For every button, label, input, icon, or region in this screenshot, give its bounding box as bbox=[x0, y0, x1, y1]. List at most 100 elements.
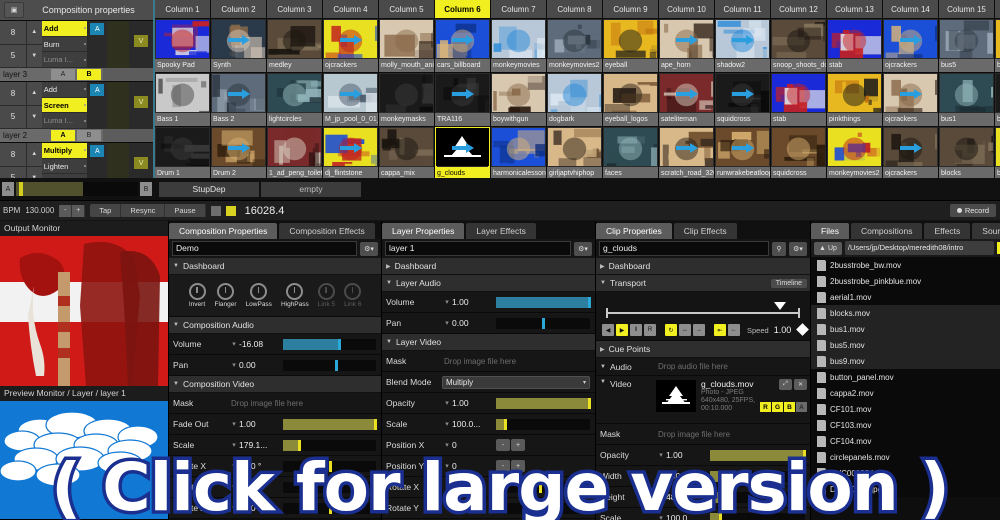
property-menu-icon[interactable]: ▾ bbox=[442, 399, 452, 407]
layer-num-bottom[interactable]: 5 bbox=[0, 45, 26, 68]
grid-cell[interactable]: Drum 1 bbox=[155, 127, 210, 178]
property-slider[interactable] bbox=[496, 418, 590, 430]
stepper-plus-button[interactable]: + bbox=[511, 460, 525, 472]
layer-row[interactable]: layer 2 A B bbox=[0, 129, 153, 142]
arrow-up-icon[interactable]: ▲ bbox=[26, 21, 42, 45]
layer-a-button[interactable]: A bbox=[90, 84, 105, 96]
clip-menu-button[interactable]: ⚙▾ bbox=[789, 241, 807, 256]
transport-button[interactable]: ▶ bbox=[616, 324, 628, 336]
grid-cell[interactable]: ojcrackers bbox=[883, 19, 938, 72]
grid-cell[interactable]: faces bbox=[603, 127, 658, 178]
grid-cell[interactable]: blocks bbox=[939, 127, 994, 178]
layer-v-button[interactable]: V bbox=[134, 35, 149, 47]
grid-cell[interactable]: M_jp_pool_0_01_V... bbox=[323, 73, 378, 126]
clip-cue-points-section[interactable]: ▶ Cue Points bbox=[596, 341, 810, 358]
files-tab[interactable]: Compositions bbox=[850, 223, 923, 239]
slider-knob[interactable] bbox=[803, 449, 807, 461]
grid-cell[interactable]: dj_flintstone bbox=[323, 127, 378, 178]
grid-cell[interactable]: sateliteman bbox=[659, 73, 714, 126]
dashboard-knob[interactable]: HighPass bbox=[281, 283, 309, 308]
property-slider[interactable] bbox=[710, 512, 805, 520]
timeline-playhead[interactable] bbox=[774, 302, 786, 310]
knob-dial-icon[interactable] bbox=[188, 283, 206, 300]
grid-column-header[interactable]: Column 6 bbox=[435, 0, 490, 18]
stepper-minus-button[interactable]: - bbox=[496, 439, 510, 451]
grid-cell[interactable]: runwrakebeatloop bbox=[715, 127, 770, 178]
grid-column-header[interactable]: Column 3 bbox=[267, 0, 322, 18]
property-slider[interactable] bbox=[283, 502, 376, 514]
grid-column-header[interactable]: Column 1 bbox=[155, 0, 210, 18]
property-menu-icon[interactable]: ▾ bbox=[229, 504, 239, 512]
blend-mode-select[interactable]: Multiply bbox=[442, 375, 590, 389]
grid-cell[interactable]: stab bbox=[827, 19, 882, 72]
channel-toggle-b[interactable]: B bbox=[784, 402, 795, 412]
grid-cell[interactable]: stab bbox=[771, 73, 826, 126]
property-dropzone[interactable]: Drop image file here bbox=[656, 430, 810, 439]
file-list-item[interactable]: cappa2.mov bbox=[811, 385, 1000, 401]
arrow-up-icon[interactable]: ▲ bbox=[26, 143, 42, 167]
file-list-item[interactable]: CF101.mov bbox=[811, 401, 1000, 417]
deck-slot[interactable]: StupDep bbox=[159, 181, 259, 197]
grid-cell[interactable]: medley bbox=[267, 19, 322, 72]
grid-column-header[interactable]: Column 9 bbox=[603, 0, 658, 18]
slider-knob[interactable] bbox=[504, 418, 508, 430]
grid-cell[interactable]: pinkthings bbox=[827, 73, 882, 126]
property-slider[interactable] bbox=[710, 470, 805, 482]
clip-dashboard-section[interactable]: ▶ Dashboard bbox=[596, 258, 810, 275]
path-field[interactable]: /Users/jp/Desktop/meredith08/intro bbox=[844, 241, 995, 255]
file-list-item[interactable]: aerial1.mov bbox=[811, 289, 1000, 305]
layer-dashboard-section[interactable]: ▶ Dashboard bbox=[382, 258, 595, 275]
sync-indicator-2[interactable] bbox=[225, 205, 236, 216]
slider-knob[interactable] bbox=[337, 338, 341, 350]
bpm-minus-button[interactable]: - bbox=[59, 204, 73, 217]
grid-column-header[interactable]: Column 11 bbox=[715, 0, 770, 18]
property-value[interactable]: 0.00 ° bbox=[239, 482, 283, 492]
grid-cell[interactable]: g_clouds bbox=[435, 127, 490, 178]
layer-name-field[interactable]: layer 1 bbox=[385, 241, 571, 256]
file-list-item[interactable]: DVC00039.jpg bbox=[811, 481, 1000, 497]
grid-cell[interactable]: ape_horn bbox=[659, 19, 714, 72]
property-slider[interactable] bbox=[496, 317, 590, 329]
grid-cell[interactable]: lightcircles bbox=[267, 73, 322, 126]
file-list-item[interactable]: 2busstrobe_pinkblue.mov bbox=[811, 273, 1000, 289]
property-menu-icon[interactable]: ▾ bbox=[656, 514, 666, 520]
property-slider[interactable] bbox=[283, 439, 376, 451]
composition-dashboard-section[interactable]: ▼ Dashboard bbox=[169, 258, 381, 275]
property-value[interactable]: 0.00 ° bbox=[239, 461, 283, 471]
property-slider[interactable] bbox=[496, 481, 590, 493]
property-value[interactable]: 0.00 bbox=[452, 318, 496, 328]
slider-knob[interactable] bbox=[328, 502, 332, 514]
grid-cell[interactable]: bus9 bbox=[995, 19, 1000, 72]
dashboard-knob[interactable]: Invert bbox=[188, 283, 206, 308]
slider-knob[interactable] bbox=[588, 296, 592, 308]
layer-blend-mode-option[interactable]: Burn bbox=[41, 37, 88, 53]
dashboard-knob[interactable]: Link 6 bbox=[344, 283, 361, 308]
channel-toggle-r[interactable]: R bbox=[760, 402, 771, 412]
layer-num-top[interactable]: 8 bbox=[0, 82, 26, 106]
output-monitor[interactable] bbox=[0, 236, 168, 386]
clip-audio-label-cell[interactable]: ▼ Audio bbox=[596, 362, 656, 372]
slider-knob[interactable] bbox=[588, 397, 592, 409]
transport-button[interactable]: → bbox=[693, 324, 705, 336]
clip-tab[interactable]: Clip Effects bbox=[673, 223, 737, 239]
slider-knob[interactable] bbox=[328, 460, 332, 472]
search-icon[interactable]: ⚲ bbox=[772, 241, 786, 256]
grid-column-header[interactable]: Column 12 bbox=[771, 0, 826, 18]
property-value[interactable]: 0 bbox=[452, 440, 496, 450]
property-value[interactable]: 0.00 bbox=[239, 360, 283, 370]
deck-slot[interactable]: empty bbox=[261, 181, 361, 197]
file-list-item[interactable]: CF104.mov bbox=[811, 433, 1000, 449]
clip-video-thumbnail[interactable] bbox=[656, 380, 696, 412]
layer-blend-mode-option[interactable]: Luma I... bbox=[41, 113, 88, 130]
property-value[interactable]: 179.1... bbox=[239, 440, 283, 450]
property-menu-icon[interactable]: ▾ bbox=[229, 420, 239, 428]
grid-cell[interactable]: squidcross bbox=[715, 73, 770, 126]
layer-blend-mode-option[interactable]: Add bbox=[41, 82, 88, 98]
grid-cell[interactable]: ojcrackers bbox=[323, 19, 378, 72]
composition-tab[interactable]: Composition Properties bbox=[169, 223, 278, 239]
property-slider[interactable] bbox=[710, 449, 807, 461]
layer-row-name[interactable]: layer 2 bbox=[0, 131, 44, 140]
property-value[interactable]: 0.00 ° bbox=[239, 503, 283, 513]
file-list-item[interactable]: blocks.mov bbox=[811, 305, 1000, 321]
slider-knob[interactable] bbox=[718, 491, 722, 503]
